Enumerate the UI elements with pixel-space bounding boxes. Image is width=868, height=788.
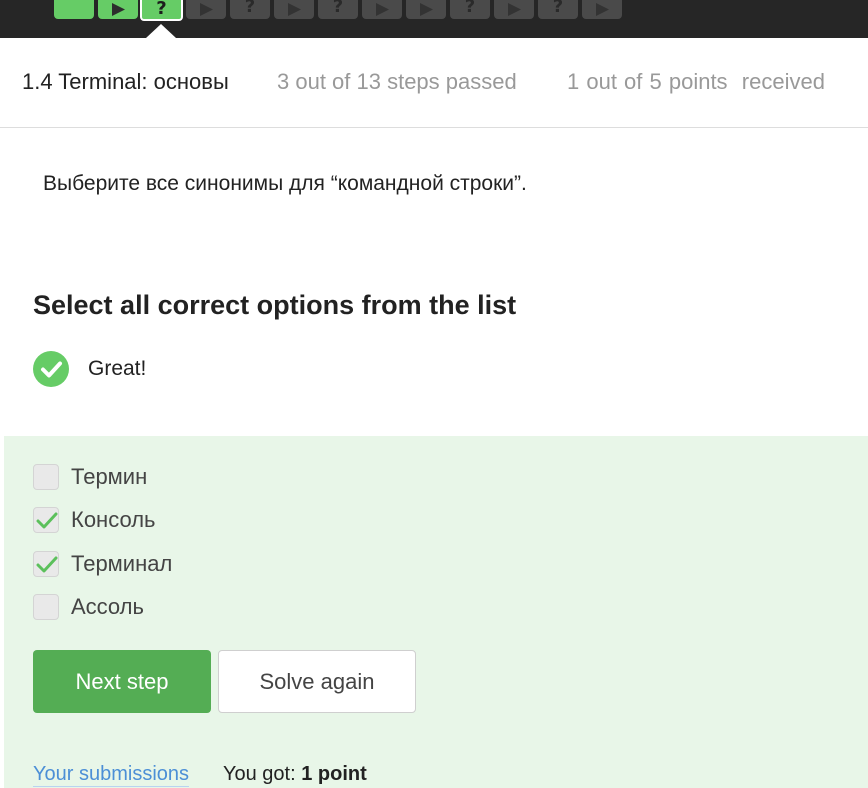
option-checkbox-unchecked[interactable] bbox=[33, 594, 59, 620]
play-icon bbox=[596, 3, 609, 16]
step-13-video[interactable] bbox=[582, 0, 622, 19]
question-mark-icon: ? bbox=[156, 0, 167, 19]
step-9-video[interactable] bbox=[406, 0, 446, 19]
option-checkbox-checked[interactable] bbox=[33, 551, 59, 577]
step-5-quiz[interactable]: ? bbox=[230, 0, 270, 19]
play-icon bbox=[376, 3, 389, 16]
step-11-video[interactable] bbox=[494, 0, 534, 19]
quiz-title: Select all correct options from the list bbox=[33, 290, 517, 320]
step-6-video[interactable] bbox=[274, 0, 314, 19]
step-2-video[interactable] bbox=[98, 0, 138, 19]
step-3-quiz-current[interactable]: ? bbox=[140, 0, 183, 21]
lesson-title: 1.4 Terminal: основы bbox=[22, 69, 229, 94]
step-4-video[interactable] bbox=[186, 0, 226, 19]
option-assol[interactable]: Ассоль bbox=[33, 593, 144, 621]
option-checkbox-checked[interactable] bbox=[33, 507, 59, 533]
play-icon bbox=[112, 3, 125, 16]
checkmark-icon bbox=[36, 512, 58, 529]
step-10-quiz[interactable]: ? bbox=[450, 0, 490, 19]
score-value: 1 point bbox=[301, 763, 367, 785]
solve-again-button[interactable]: Solve again bbox=[218, 650, 416, 713]
option-label: Термин bbox=[71, 464, 148, 489]
step-8-video[interactable] bbox=[362, 0, 402, 19]
steps-progress: 3 out of 13 steps passed bbox=[277, 69, 517, 94]
current-step-pointer bbox=[146, 24, 176, 38]
lesson-header: 1.4 Terminal: основы 3 out of 13 steps p… bbox=[0, 38, 868, 128]
checkmark-circle-icon bbox=[33, 351, 69, 387]
question-mark-icon: ? bbox=[464, 0, 476, 17]
step-7-quiz[interactable]: ? bbox=[318, 0, 358, 19]
step-12-quiz[interactable]: ? bbox=[538, 0, 578, 19]
option-label: Терминал bbox=[71, 551, 173, 576]
question-mark-icon: ? bbox=[244, 0, 256, 17]
question-text: Выберите все синонимы для “командной стр… bbox=[43, 172, 527, 195]
points-progress: 1 out of 5 points received bbox=[567, 69, 825, 94]
play-icon bbox=[508, 3, 521, 16]
option-konsol[interactable]: Консоль bbox=[33, 506, 156, 534]
play-icon bbox=[200, 3, 213, 16]
step-navigation-bar: ? ? ? ? ? bbox=[0, 0, 868, 38]
question-mark-icon: ? bbox=[332, 0, 344, 17]
checkmark-icon bbox=[36, 556, 58, 573]
option-terminal[interactable]: Терминал bbox=[33, 550, 172, 578]
score-prefix: You got: bbox=[223, 763, 302, 785]
your-submissions-link[interactable]: Your submissions bbox=[33, 763, 190, 787]
next-step-button[interactable]: Next step bbox=[33, 650, 211, 713]
option-label: Ассоль bbox=[71, 594, 144, 619]
option-label: Консоль bbox=[71, 507, 156, 532]
question-mark-icon: ? bbox=[552, 0, 564, 17]
status-text: Great! bbox=[88, 357, 147, 380]
score-result: You got: 1 point bbox=[223, 763, 367, 786]
play-icon bbox=[420, 3, 433, 16]
option-checkbox-unchecked[interactable] bbox=[33, 464, 59, 490]
option-termin[interactable]: Термин bbox=[33, 463, 147, 491]
step-1-text[interactable] bbox=[54, 0, 94, 19]
play-icon bbox=[288, 3, 301, 16]
